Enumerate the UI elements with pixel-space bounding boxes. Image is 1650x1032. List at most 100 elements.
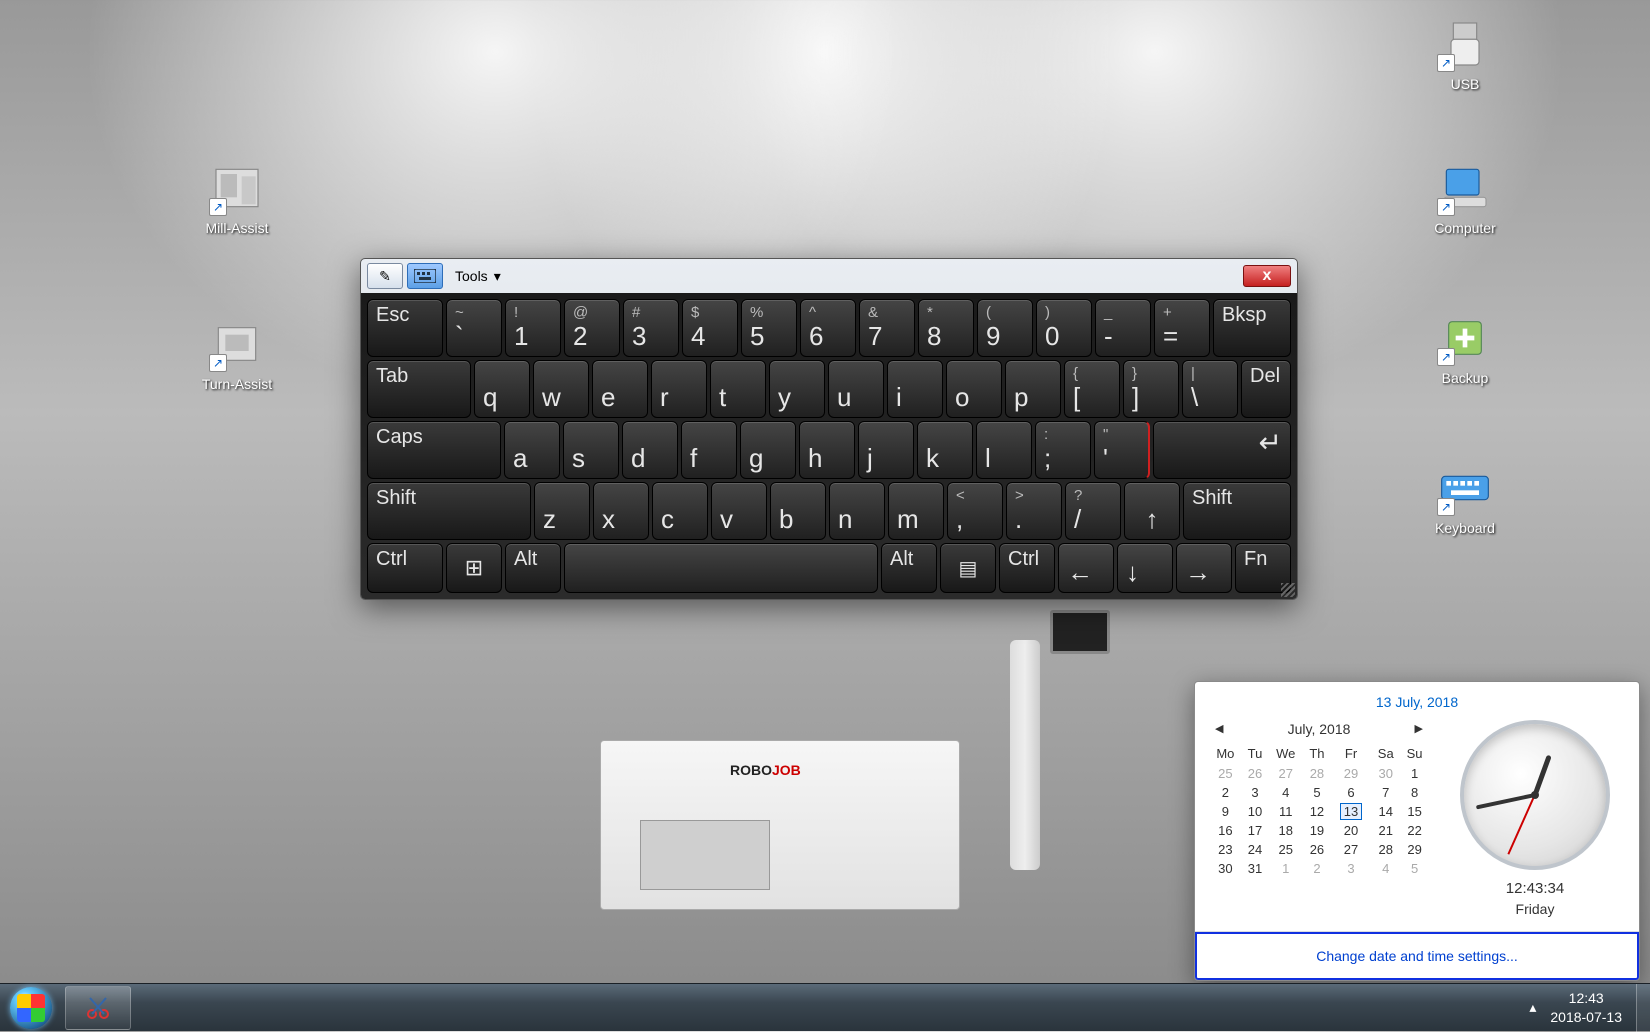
keyboard-mode-button[interactable] [407,263,443,289]
close-button[interactable]: x [1243,265,1291,287]
change-datetime-link[interactable]: Change date and time settings... [1195,932,1639,980]
key-j[interactable]: j [858,421,914,479]
key-equals[interactable]: += [1154,299,1210,357]
key-slash[interactable]: ?/ [1065,482,1121,540]
key-6[interactable]: ^6 [800,299,856,357]
desktop-icon-mill-assist[interactable]: ↗ Mill-Assist [192,160,282,238]
key-backslash[interactable]: |\ [1182,360,1238,418]
calendar-day[interactable]: 15 [1400,802,1429,821]
desktop-icon-computer[interactable]: ↗ Computer [1420,160,1510,238]
calendar-day[interactable]: 3 [1331,859,1372,878]
calendar-day[interactable]: 22 [1400,821,1429,840]
key-i[interactable]: i [887,360,943,418]
key-backtick[interactable]: ~` [446,299,502,357]
calendar-day[interactable]: 24 [1242,840,1269,859]
key-bracket-open[interactable]: {[ [1064,360,1120,418]
tools-menu[interactable]: Tools▾ [455,268,501,285]
key-backspace[interactable]: Bksp [1213,299,1291,357]
calendar-day[interactable]: 31 [1242,859,1269,878]
key-z[interactable]: z [534,482,590,540]
desktop-icon-turn-assist[interactable]: ↗ Turn-Assist [192,316,282,394]
key-ctrl-left[interactable]: Ctrl [367,543,443,593]
calendar-day[interactable]: 23 [1209,840,1242,859]
calendar-day[interactable]: 14 [1371,802,1400,821]
calendar-day[interactable]: 21 [1371,821,1400,840]
key-t[interactable]: t [710,360,766,418]
key-h[interactable]: h [799,421,855,479]
calendar-day[interactable]: 30 [1371,764,1400,783]
key-q[interactable]: q [474,360,530,418]
key-4[interactable]: $4 [682,299,738,357]
calendar-day[interactable]: 8 [1400,783,1429,802]
calendar-day[interactable]: 26 [1242,764,1269,783]
prev-month-button[interactable]: ◀ [1209,720,1229,737]
calendar-day[interactable]: 18 [1268,821,1303,840]
key-m[interactable]: m [888,482,944,540]
calendar-day[interactable]: 19 [1303,821,1330,840]
handwriting-mode-button[interactable]: ✎ [367,263,403,289]
calendar-day[interactable]: 25 [1268,840,1303,859]
key-tab[interactable]: Tab [367,360,471,418]
key-n[interactable]: n [829,482,885,540]
calendar-day[interactable]: 11 [1268,802,1303,821]
key-space[interactable] [564,543,878,593]
calendar-day[interactable]: 30 [1209,859,1242,878]
key-l[interactable]: l [976,421,1032,479]
key-1[interactable]: !1 [505,299,561,357]
desktop-icon-backup[interactable]: ↗ Backup [1420,310,1510,388]
key-0[interactable]: )0 [1036,299,1092,357]
key-7[interactable]: &7 [859,299,915,357]
key-comma[interactable]: <, [947,482,1003,540]
desktop-icon-keyboard[interactable]: ↗ Keyboard [1420,460,1510,538]
key-alt-left[interactable]: Alt [505,543,561,593]
calendar-day[interactable]: 28 [1303,764,1330,783]
calendar-day[interactable]: 6 [1331,783,1372,802]
calendar-day[interactable]: 2 [1303,859,1330,878]
key-o[interactable]: o [946,360,1002,418]
key-shift-left[interactable]: Shift [367,482,531,540]
key-d[interactable]: d [622,421,678,479]
calendar-day[interactable]: 2 [1209,783,1242,802]
key-x[interactable]: x [593,482,649,540]
calendar-day[interactable]: 5 [1303,783,1330,802]
key-delete[interactable]: Del [1241,360,1291,418]
key-r[interactable]: r [651,360,707,418]
calendar-day[interactable]: 12 [1303,802,1330,821]
tray-chevron-icon[interactable]: ▴ [1529,998,1536,1016]
calendar-day[interactable]: 25 [1209,764,1242,783]
key-a[interactable]: a [504,421,560,479]
key-u[interactable]: u [828,360,884,418]
desktop-icon-usb[interactable]: ↗ USB [1420,16,1510,94]
calendar-day[interactable]: 4 [1371,859,1400,878]
key-arrow-right[interactable]: → [1176,543,1232,593]
calendar-day[interactable]: 1 [1400,764,1429,783]
calendar-day[interactable]: 27 [1268,764,1303,783]
key-e[interactable]: e [592,360,648,418]
key-v[interactable]: v [711,482,767,540]
key-esc[interactable]: Esc [367,299,443,357]
calendar-day[interactable]: 20 [1331,821,1372,840]
key-w[interactable]: w [533,360,589,418]
key-quote[interactable]: "' [1094,421,1150,479]
next-month-button[interactable]: ▶ [1409,720,1429,737]
calendar-day[interactable]: 4 [1268,783,1303,802]
key-ctrl-right[interactable]: Ctrl [999,543,1055,593]
key-shift-right[interactable]: Shift [1183,482,1291,540]
key-arrow-up[interactable]: ↑ [1124,482,1180,540]
key-s[interactable]: s [563,421,619,479]
calendar-day[interactable]: 9 [1209,802,1242,821]
key-period[interactable]: >. [1006,482,1062,540]
key-2[interactable]: @2 [564,299,620,357]
taskbar-snipping-tool[interactable] [65,986,131,1030]
calendar-day[interactable]: 17 [1242,821,1269,840]
key-9[interactable]: (9 [977,299,1033,357]
calendar-day[interactable]: 13 [1331,802,1372,821]
key-c[interactable]: c [652,482,708,540]
key-y[interactable]: y [769,360,825,418]
calendar-day[interactable]: 29 [1331,764,1372,783]
calendar-day[interactable]: 1 [1268,859,1303,878]
key-b[interactable]: b [770,482,826,540]
calendar-day[interactable]: 10 [1242,802,1269,821]
calendar-day[interactable]: 26 [1303,840,1330,859]
taskbar-clock[interactable]: 12:43 2018-07-13 [1550,989,1622,1025]
